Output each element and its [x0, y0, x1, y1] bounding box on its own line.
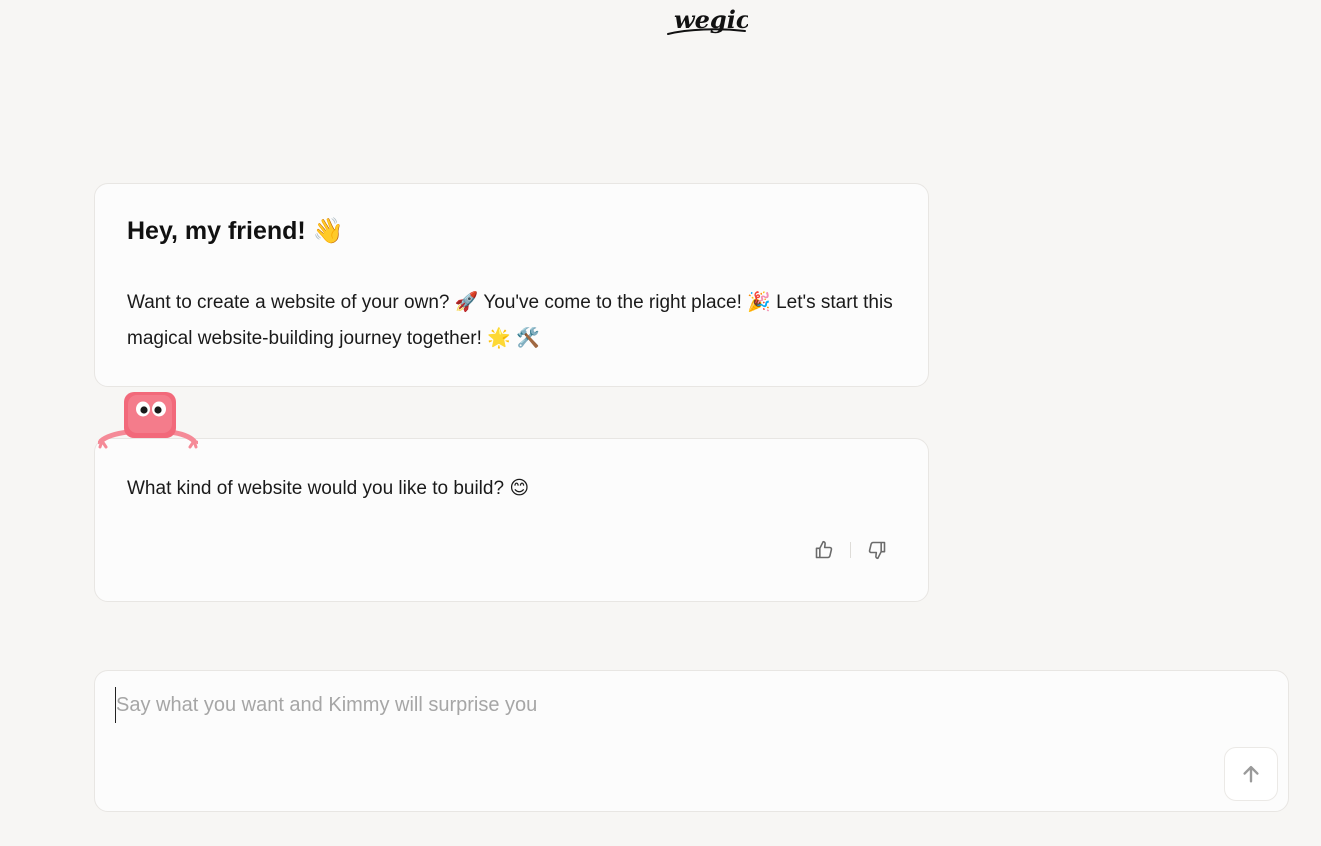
message-input[interactable] — [115, 687, 1206, 723]
thumbs-down-icon — [868, 541, 886, 560]
send-button[interactable] — [1224, 747, 1278, 801]
welcome-title: Hey, my friend! 👋 — [127, 217, 344, 245]
chat-page: wegic Hey, my friend! 👋 Want to create a… — [0, 0, 1321, 846]
welcome-body: Want to create a website of your own? 🚀 … — [127, 292, 893, 349]
message-composer — [94, 670, 1289, 812]
message-feedback — [811, 537, 890, 563]
thumbs-up-button[interactable] — [811, 537, 837, 563]
arrow-up-icon — [1243, 765, 1259, 783]
welcome-message-card: Hey, my friend! 👋 Want to create a websi… — [94, 183, 929, 387]
question-text: What kind of website would you like to b… — [127, 478, 530, 499]
question-message-card: What kind of website would you like to b… — [94, 438, 929, 602]
thumbs-up-icon — [815, 540, 833, 559]
wegic-logo-icon: wegic — [667, 5, 748, 35]
thumbs-down-button[interactable] — [864, 537, 890, 563]
kimmy-mascot-icon — [95, 389, 201, 453]
feedback-divider — [850, 542, 851, 558]
wegic-logo[interactable]: wegic — [666, 2, 748, 42]
